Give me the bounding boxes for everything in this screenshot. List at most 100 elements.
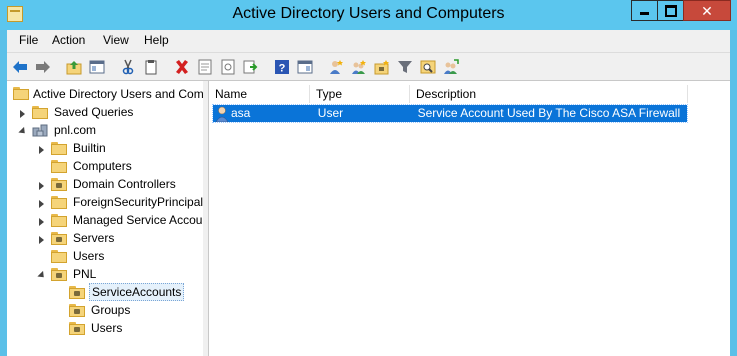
close-icon: ✕ bbox=[701, 2, 713, 19]
column-header-name[interactable]: Name bbox=[209, 85, 310, 103]
ou-folder-icon bbox=[69, 303, 85, 317]
column-header-description[interactable]: Description bbox=[410, 85, 688, 103]
help-icon[interactable]: ? bbox=[273, 58, 291, 76]
chevron-down-icon bbox=[17, 126, 28, 137]
chevron-right-icon bbox=[39, 217, 44, 226]
refresh-icon[interactable] bbox=[219, 58, 237, 76]
window-title: Active Directory Users and Computers bbox=[232, 5, 505, 22]
tree-item-servers[interactable]: Servers bbox=[51, 229, 116, 247]
collapse-domain[interactable] bbox=[17, 126, 28, 137]
expand-saved-queries[interactable] bbox=[18, 109, 27, 118]
list-header: Name Type Description bbox=[209, 85, 688, 103]
tree-item-domain-controllers[interactable]: Domain Controllers bbox=[51, 175, 178, 193]
tree-item-groups[interactable]: Groups bbox=[69, 301, 132, 319]
expand-servers[interactable] bbox=[37, 235, 46, 244]
tree-item-service-accounts[interactable]: ServiceAccounts bbox=[69, 283, 185, 301]
tree-item-label: Users bbox=[91, 321, 123, 335]
column-header-type[interactable]: Type bbox=[310, 85, 410, 103]
toolbar: ? bbox=[7, 52, 730, 81]
tree-item-computers[interactable]: Computers bbox=[51, 157, 134, 175]
snapin-icon bbox=[13, 87, 29, 101]
minimize-button[interactable] bbox=[631, 0, 658, 21]
maximize-button[interactable] bbox=[657, 0, 684, 21]
cell-name: asa bbox=[230, 106, 251, 120]
window-frame-right bbox=[730, 30, 737, 356]
tree-item-label: Groups bbox=[91, 303, 131, 317]
chevron-right-icon bbox=[39, 181, 44, 190]
list-item[interactable]: asa User Service Account Used By The Cis… bbox=[212, 104, 688, 123]
app-icon[interactable] bbox=[7, 6, 23, 22]
folder-icon bbox=[32, 105, 48, 119]
tree-item-saved-queries[interactable]: Saved Queries bbox=[32, 103, 135, 121]
tree-item-label: Saved Queries bbox=[54, 105, 134, 119]
folder-icon bbox=[51, 141, 67, 155]
close-button[interactable]: ✕ bbox=[683, 0, 731, 21]
ou-folder-icon bbox=[51, 177, 67, 191]
tree-root-label: Active Directory Users and Com bbox=[33, 87, 204, 101]
tree-item-label: Managed Service Accour bbox=[73, 213, 204, 227]
tree-item-managed-service-accounts[interactable]: Managed Service Accour bbox=[51, 211, 204, 229]
folder-icon bbox=[51, 213, 67, 227]
chevron-right-icon bbox=[39, 199, 44, 208]
folder-icon bbox=[51, 159, 67, 173]
menu-file[interactable]: File bbox=[17, 33, 40, 47]
minimize-icon bbox=[640, 12, 649, 15]
tree-item-label: ForeignSecurityPrincipals bbox=[73, 195, 204, 209]
cell-type: User bbox=[317, 106, 344, 120]
app-window: Active Directory Users and Computers ✕ F… bbox=[0, 0, 737, 356]
paste-icon[interactable] bbox=[142, 58, 160, 76]
tree-root[interactable]: Active Directory Users and Com bbox=[13, 85, 204, 103]
chevron-right-icon bbox=[39, 145, 44, 154]
back-icon[interactable] bbox=[11, 58, 29, 76]
ou-folder-icon bbox=[51, 231, 67, 245]
filter-icon[interactable] bbox=[396, 58, 414, 76]
tree-item-users[interactable]: Users bbox=[51, 247, 106, 265]
tree-item-label: pnl.com bbox=[54, 123, 97, 137]
expand-managed-service-accounts[interactable] bbox=[37, 217, 46, 226]
maximize-icon bbox=[664, 4, 677, 17]
find-icon[interactable] bbox=[419, 58, 437, 76]
show-pane-icon[interactable] bbox=[296, 58, 314, 76]
folder-icon bbox=[51, 249, 67, 263]
tree-item-foreign-security-principals[interactable]: ForeignSecurityPrincipals bbox=[51, 193, 204, 211]
expand-builtin[interactable] bbox=[37, 145, 46, 154]
menu-help[interactable]: Help bbox=[142, 33, 171, 47]
menu-bar: File Action View Help bbox=[7, 30, 730, 52]
export-icon[interactable] bbox=[242, 58, 260, 76]
chevron-right-icon bbox=[20, 109, 25, 118]
expand-domain-controllers[interactable] bbox=[37, 181, 46, 190]
new-group-icon[interactable] bbox=[350, 58, 368, 76]
menu-view[interactable]: View bbox=[101, 33, 131, 47]
new-ou-icon[interactable] bbox=[373, 58, 391, 76]
title-bar[interactable]: Active Directory Users and Computers ✕ bbox=[0, 0, 737, 30]
cell-description: Service Account Used By The Cisco ASA Fi… bbox=[417, 106, 681, 120]
tree-pane[interactable]: Active Directory Users and Com Saved Que… bbox=[7, 81, 204, 356]
ou-folder-icon bbox=[69, 321, 85, 335]
tree-item-builtin[interactable]: Builtin bbox=[51, 139, 108, 157]
list-pane[interactable]: Name Type Description asa User Service A… bbox=[208, 81, 731, 356]
expand-foreign-security-principals[interactable] bbox=[37, 199, 46, 208]
new-user-icon[interactable] bbox=[327, 58, 345, 76]
tree-item-label: ServiceAccounts bbox=[89, 283, 185, 301]
tree-item-domain[interactable]: pnl.com bbox=[32, 121, 98, 139]
cut-icon[interactable] bbox=[119, 58, 137, 76]
ou-folder-icon bbox=[51, 267, 67, 281]
domain-icon bbox=[32, 124, 48, 137]
tree-item-pnl-users[interactable]: Users bbox=[69, 319, 124, 337]
tree-item-pnl[interactable]: PNL bbox=[51, 265, 98, 283]
menu-action[interactable]: Action bbox=[50, 33, 87, 47]
tree-item-label: Computers bbox=[73, 159, 132, 173]
up-folder-icon[interactable] bbox=[65, 58, 83, 76]
properties-icon[interactable] bbox=[196, 58, 214, 76]
user-icon bbox=[215, 106, 229, 122]
tree-item-label: Users bbox=[73, 249, 105, 263]
collapse-pnl[interactable] bbox=[36, 270, 47, 281]
tree-item-label: PNL bbox=[73, 267, 97, 281]
add-to-group-icon[interactable] bbox=[442, 58, 460, 76]
forward-icon[interactable] bbox=[34, 58, 52, 76]
svg-text:?: ? bbox=[279, 63, 286, 75]
delete-icon[interactable] bbox=[173, 58, 191, 76]
show-tree-icon[interactable] bbox=[88, 58, 106, 76]
chevron-down-icon bbox=[36, 270, 47, 281]
tree-item-label: Domain Controllers bbox=[73, 177, 176, 191]
